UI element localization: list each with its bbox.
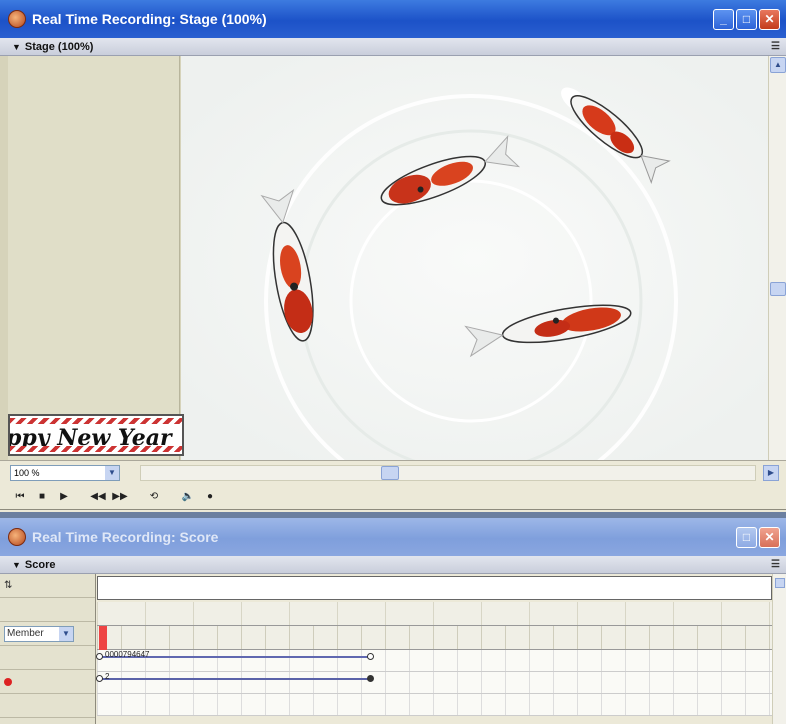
- sprite-span-2[interactable]: 2: [96, 672, 374, 688]
- stop-icon[interactable]: ■: [32, 488, 52, 506]
- member-row: Member ▼: [0, 622, 95, 646]
- playhead-row[interactable]: [97, 626, 772, 650]
- sprite-2-label: 2: [105, 672, 110, 681]
- playhead[interactable]: [99, 626, 107, 650]
- panel-options-icon[interactable]: ☰: [771, 559, 780, 570]
- stage-panel-label: Stage (100%): [24, 40, 94, 53]
- sprite-channel-3[interactable]: [97, 694, 772, 716]
- offstage-area: [8, 56, 180, 460]
- sprite-span-1[interactable]: 0000794647: [96, 650, 374, 666]
- stage-status-bar: 100 % ▼ ▶: [0, 460, 786, 484]
- score-scroll-thumb[interactable]: [775, 578, 785, 588]
- close-icon[interactable]: ✕: [759, 526, 780, 548]
- score-panel-label: Score: [24, 558, 56, 571]
- score-grid[interactable]: 0000794647 2: [96, 574, 772, 724]
- stage-horizontal-scrollbar[interactable]: ▶: [140, 465, 779, 481]
- app-icon: [8, 528, 26, 546]
- happy-new-year-banner[interactable]: ppy New Year: [8, 414, 184, 456]
- loop-icon[interactable]: ⟲: [144, 488, 164, 506]
- member-select[interactable]: Member ▼: [4, 625, 74, 642]
- channel-1-header[interactable]: [0, 646, 95, 670]
- maximize-icon[interactable]: □: [736, 8, 757, 30]
- channel-3-header[interactable]: [0, 694, 95, 718]
- scroll-right-icon[interactable]: ▶: [763, 465, 779, 481]
- maximize-icon[interactable]: □: [736, 526, 757, 548]
- minimize-icon[interactable]: _: [713, 8, 734, 30]
- score-channel-gutter: ⇅ Member ▼: [0, 574, 96, 724]
- stage-canvas[interactable]: [181, 56, 768, 460]
- stage-titlebar[interactable]: Real Time Recording: Stage (100%) _ □ ✕: [0, 0, 786, 38]
- koi-artwork: [181, 56, 768, 460]
- collapse-triangle-icon[interactable]: ▼: [12, 560, 21, 570]
- script-channel-header[interactable]: ⇅: [0, 574, 95, 598]
- score-titlebar[interactable]: Real Time Recording: Score □ ✕: [0, 518, 786, 556]
- chevron-down-icon[interactable]: ▼: [105, 465, 119, 480]
- step-back-icon[interactable]: ◀◀: [88, 488, 108, 506]
- sprite-1-label: 0000794647: [105, 650, 150, 659]
- score-vertical-scrollbar[interactable]: [772, 574, 786, 724]
- channel-2-header[interactable]: [0, 670, 95, 694]
- vertical-scroll-thumb[interactable]: [770, 282, 786, 296]
- app-icon: [8, 10, 26, 28]
- score-window: Real Time Recording: Score □ ✕ ▼ Score ☰…: [0, 518, 786, 724]
- stage-panel-header[interactable]: ▼ Stage (100%) ☰: [0, 38, 786, 56]
- collapse-triangle-icon[interactable]: ▼: [12, 42, 21, 52]
- rewind-icon[interactable]: ⏮: [10, 488, 30, 506]
- member-select-value: Member: [7, 627, 44, 639]
- score-panel-header[interactable]: ▼ Score ☰: [0, 556, 786, 574]
- stage-vertical-scrollbar[interactable]: ▲: [768, 56, 786, 460]
- score-window-title: Real Time Recording: Score: [32, 529, 219, 545]
- stage-window-title: Real Time Recording: Stage (100%): [32, 11, 267, 27]
- horizontal-scroll-thumb[interactable]: [381, 466, 399, 480]
- scroll-up-icon[interactable]: ▲: [770, 57, 786, 73]
- zoom-select[interactable]: 100 % ▼: [10, 464, 120, 481]
- frame-ruler-header: [0, 598, 95, 622]
- record-indicator-icon: [4, 677, 12, 686]
- stage-area: ppy New Year: [0, 56, 786, 460]
- script-channel[interactable]: [97, 576, 772, 600]
- chevron-down-icon[interactable]: ▼: [59, 626, 73, 641]
- zoom-value: 100 %: [14, 467, 40, 478]
- channel-toggle-icon[interactable]: ⇅: [4, 580, 12, 591]
- record-icon[interactable]: ●: [200, 488, 220, 506]
- sprite-channel-2[interactable]: 2: [96, 672, 772, 694]
- volume-icon[interactable]: 🔈: [178, 488, 198, 506]
- panel-options-icon[interactable]: ☰: [771, 41, 780, 52]
- close-icon[interactable]: ✕: [759, 8, 780, 30]
- step-forward-icon[interactable]: ▶▶: [110, 488, 130, 506]
- score-body: ⇅ Member ▼ 0000794647 2: [0, 574, 786, 724]
- frame-ruler: [97, 602, 772, 626]
- playback-control-bar: ⏮ ■ ▶ ◀◀ ▶▶ ⟲ 🔈 ●: [0, 484, 786, 510]
- play-icon[interactable]: ▶: [54, 488, 74, 506]
- sprite-channel-1[interactable]: 0000794647: [96, 650, 772, 672]
